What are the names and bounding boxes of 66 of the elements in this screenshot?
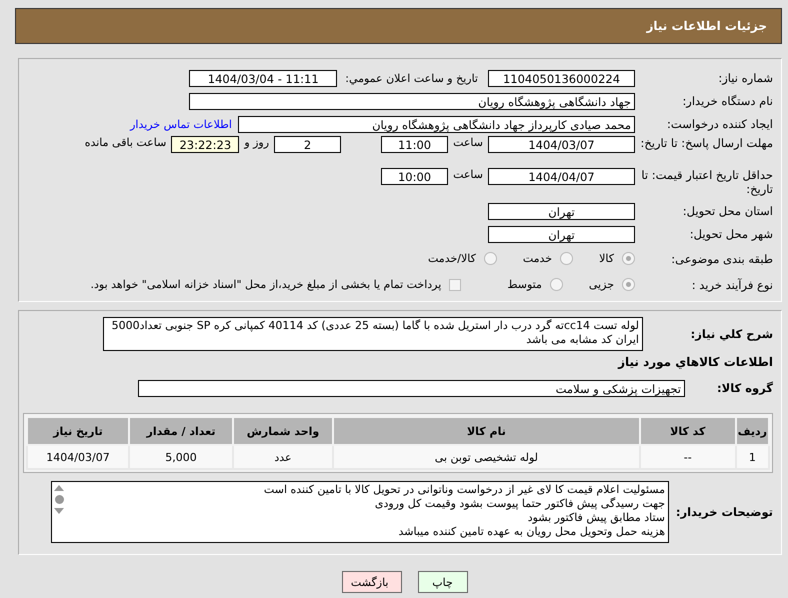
option-label: متوسط bbox=[507, 278, 542, 291]
note-line: هزینه حمل وتحویل محل رویان به عهده تامین کننده میباشد bbox=[397, 525, 665, 539]
option-label: کالا bbox=[599, 252, 614, 265]
scroll-down-icon bbox=[54, 508, 64, 514]
checkbox[interactable] bbox=[449, 278, 462, 290]
note-line: جهت رسیدگی پیش فاکتور حتما پیوست بشود وقیمت کل ورودی bbox=[374, 497, 665, 511]
field-label: گروه کالا: bbox=[716, 381, 774, 395]
section-title: اطلاعات كالاهاي مورد نياز bbox=[616, 355, 774, 369]
column-header: تاریخ نیاز bbox=[27, 417, 129, 445]
table-cell: عدد bbox=[233, 445, 333, 469]
print-button[interactable]: چاپ bbox=[418, 571, 468, 593]
column-header: کد کالا bbox=[640, 417, 736, 445]
value-field: 1104050136000224 bbox=[488, 70, 635, 86]
table-cell: -- bbox=[640, 445, 736, 469]
value-field: 1404/04/07 bbox=[488, 168, 635, 185]
field-label: حداقل تاریخ اعتبار قیمت: تا تاریخ: bbox=[640, 168, 774, 196]
table-cell: 5,000 bbox=[129, 445, 233, 469]
field-label: ایجاد کننده درخواست: bbox=[666, 117, 774, 131]
value-field: تهران bbox=[488, 202, 635, 220]
description-field: لوله تست cc14ته گرد درب دار استریل شده با گاما (بسته 25 عددی) کد 40114 کمپانی کره SP جنوبی تعداد5000 ایران کد مشابه می باشد bbox=[103, 317, 643, 351]
value-field: محمد صیادی کارپرداز جهاد دانشگاهی پژوهشگاه رویان bbox=[238, 116, 635, 132]
field-label: شماره نیاز: bbox=[717, 71, 774, 85]
column-header: ردیف bbox=[736, 417, 769, 445]
contact-link[interactable]: اطلاعات تماس خریدار bbox=[130, 118, 232, 130]
column-header: تعداد / مقدار bbox=[129, 417, 233, 445]
table-cell: 1404/03/07 bbox=[27, 445, 129, 469]
note-line: مسئولیت اعلام قیمت کا لای غیر از درخواست وناتوانی در تحویل کالا با تامین کننده است bbox=[262, 483, 665, 497]
time-label: ساعت bbox=[453, 168, 483, 181]
radio-button[interactable] bbox=[622, 252, 635, 265]
field-label: تاریخ و ساعت اعلان عمومي: bbox=[345, 72, 478, 84]
value-field: تجهیزات پزشکی و سلامت bbox=[138, 380, 685, 396]
column-header: نام کالا bbox=[333, 417, 640, 445]
radio-button[interactable] bbox=[484, 252, 497, 265]
field-label: نام دستگاه خریدار: bbox=[681, 94, 774, 108]
field-label: شرح کلي نياز: bbox=[690, 327, 774, 341]
page-title: جزئیات اطلاعات نیاز bbox=[646, 19, 767, 33]
table-cell: 1 bbox=[736, 445, 769, 469]
days-label: روز و bbox=[244, 136, 270, 149]
scroll-thumb-icon bbox=[54, 495, 64, 504]
table-cell: لوله تشخیصی توبن بی bbox=[333, 445, 640, 469]
countdown-field: 23:22:23 bbox=[171, 136, 240, 153]
value-field: 1404/03/07 bbox=[488, 136, 635, 153]
field-label: نوع فرآیند خرید : bbox=[690, 278, 774, 292]
value-field: 10:00 bbox=[381, 168, 448, 185]
option-label: جزیی bbox=[588, 278, 614, 291]
field-label: استان محل تحویل: bbox=[682, 204, 774, 218]
value-field: 11:00 bbox=[381, 136, 448, 153]
value-field: 2 bbox=[274, 136, 342, 153]
back-button[interactable]: بازگشت bbox=[342, 571, 402, 593]
radio-button[interactable] bbox=[550, 278, 563, 291]
payment-note: پرداخت تمام یا بخشی از مبلغ خرید،از محل "اسناد خزانه اسلامی" خواهد بود. bbox=[90, 278, 442, 291]
value-field: 1404/03/04 - 11:11 bbox=[189, 70, 338, 86]
value-field: تهران bbox=[488, 226, 635, 242]
note-line: ستاد مطابق پیش فاکتور بشود bbox=[526, 511, 665, 525]
field-label: شهر محل تحویل: bbox=[688, 227, 774, 241]
time-label: ساعت bbox=[453, 136, 483, 149]
column-header: واحد شمارش bbox=[233, 417, 333, 445]
option-label: خدمت bbox=[522, 252, 552, 265]
radio-button[interactable] bbox=[560, 252, 574, 265]
value-field: جهاد دانشگاهی پژوهشگاه رویان bbox=[189, 92, 635, 110]
remaining-label: ساعت باقی مانده bbox=[84, 136, 166, 149]
field-label: توضیحات خریدار: bbox=[674, 505, 774, 519]
option-label: کالا/خدمت bbox=[428, 252, 476, 265]
field-label: طبقه بندی موضوعی: bbox=[670, 252, 774, 266]
radio-button[interactable] bbox=[622, 278, 635, 291]
field-label: مهلت ارسال پاسخ: تا تاریخ: bbox=[639, 136, 774, 150]
